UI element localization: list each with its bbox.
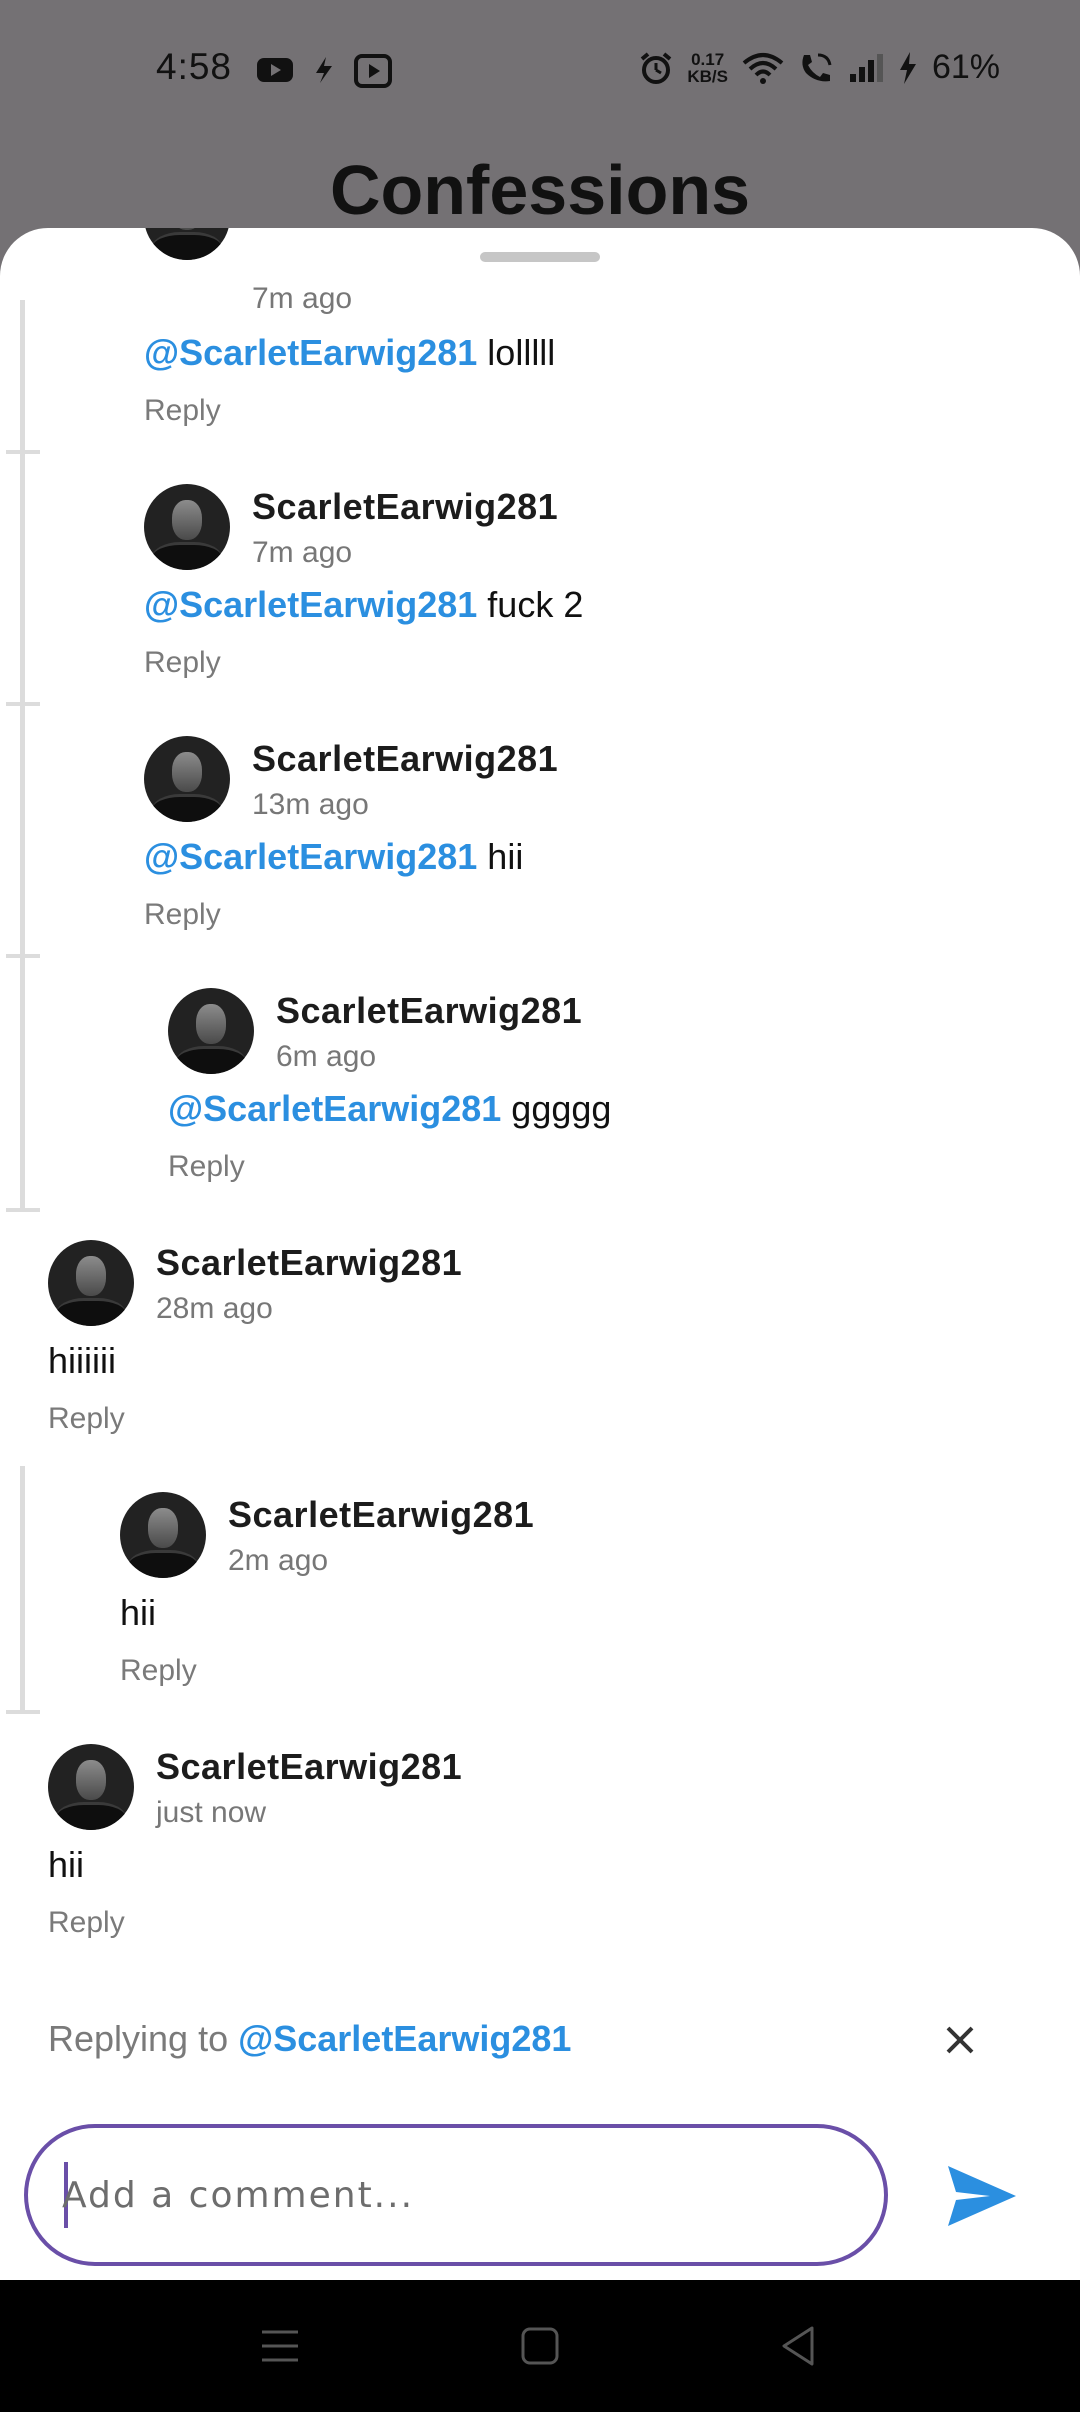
avatar[interactable] <box>48 1744 134 1830</box>
reply-button[interactable]: Reply <box>120 1654 197 1688</box>
battery-percent: 61% <box>931 48 1000 86</box>
comment-body: hii <box>120 1592 156 1634</box>
comment-text: hii <box>48 1844 85 1885</box>
comment-text: lolllll <box>487 332 556 373</box>
comment-text: fuck 2 <box>487 584 584 625</box>
comments-sheet: 7m ago @ScarletEarwig281 lolllll Reply S… <box>0 228 1080 2280</box>
wifi-icon <box>742 52 784 84</box>
comment-body: hii <box>48 1844 84 1886</box>
thread-tick <box>6 954 40 958</box>
tv-icon <box>354 54 392 88</box>
comment-time: 2m ago <box>228 1544 329 1577</box>
status-left-icons <box>256 52 392 88</box>
comment-input[interactable] <box>62 2152 842 2238</box>
comment-username[interactable]: ScarletEarwig281 <box>228 1494 534 1536</box>
comment-time: 7m ago <box>252 536 353 569</box>
net-speed: 0.17 KB/S <box>687 51 728 85</box>
comment-body: @ScarletEarwig281 fuck 2 <box>144 584 583 626</box>
comment-input-box[interactable] <box>24 2124 888 2266</box>
avatar[interactable] <box>48 1240 134 1326</box>
reply-button[interactable]: Reply <box>144 898 221 932</box>
thread-line <box>20 1466 25 1714</box>
comment-username[interactable]: ScarletEarwig281 <box>276 990 582 1032</box>
close-icon[interactable] <box>940 2020 980 2060</box>
comment-time: 28m ago <box>156 1292 273 1325</box>
thread-tick <box>6 702 40 706</box>
mention-link[interactable]: @ScarletEarwig281 <box>144 836 477 877</box>
system-nav-bar <box>0 2280 1080 2412</box>
avatar[interactable] <box>120 1492 206 1578</box>
comment-body: hiiiiii <box>48 1340 116 1382</box>
comment-text: hiiiiii <box>48 1340 117 1381</box>
comment-username[interactable]: ScarletEarwig281 <box>156 1746 462 1788</box>
replying-mention: @ScarletEarwig281 <box>238 2018 572 2059</box>
reply-button[interactable]: Reply <box>144 646 221 680</box>
reply-button[interactable]: Reply <box>144 394 221 428</box>
avatar[interactable] <box>144 484 230 570</box>
avatar[interactable] <box>168 988 254 1074</box>
net-speed-value: 0.17 <box>691 49 725 69</box>
comment-time: 13m ago <box>252 788 369 821</box>
thread-tick <box>6 1208 40 1212</box>
comment-text: ggggg <box>511 1088 612 1129</box>
comment-username[interactable]: ScarletEarwig281 <box>252 738 558 780</box>
home-icon[interactable] <box>518 2324 562 2368</box>
avatar[interactable] <box>144 228 230 260</box>
comment-text: hii <box>120 1592 157 1633</box>
replying-prefix: Replying to <box>48 2018 229 2059</box>
comment-text: hii <box>487 836 524 877</box>
signal-icon <box>849 53 883 82</box>
mention-link[interactable]: @ScarletEarwig281 <box>168 1088 501 1129</box>
comment-username[interactable]: ScarletEarwig281 <box>252 486 558 528</box>
comment-time: just now <box>156 1796 267 1829</box>
thread-tick <box>6 1710 40 1714</box>
status-right-icons: 0.17 KB/S 61% <box>639 48 1000 87</box>
send-icon[interactable] <box>946 2164 1018 2228</box>
charging-icon <box>899 51 916 84</box>
reply-button[interactable]: Reply <box>168 1150 245 1184</box>
replying-to-label: Replying to @ScarletEarwig281 <box>48 2018 571 2060</box>
drag-handle[interactable] <box>480 252 600 262</box>
back-icon[interactable] <box>776 2324 820 2368</box>
youtube-icon <box>257 58 293 82</box>
status-time: 4:58 <box>156 46 233 87</box>
thread-tick <box>6 450 40 454</box>
avatar[interactable] <box>144 736 230 822</box>
bolt-icon <box>316 57 332 83</box>
status-bar: 4:58 0.17 KB/S 61% <box>0 0 1080 140</box>
reply-button[interactable]: Reply <box>48 1402 125 1436</box>
menu-icon[interactable] <box>258 2324 302 2368</box>
comment-body: @ScarletEarwig281 ggggg <box>168 1088 611 1130</box>
net-speed-unit: KB/S <box>687 66 728 86</box>
mention-link[interactable]: @ScarletEarwig281 <box>144 332 477 373</box>
thread-line <box>20 300 25 1212</box>
comment-username[interactable]: ScarletEarwig281 <box>156 1242 462 1284</box>
comment-body: @ScarletEarwig281 lolllll <box>144 332 555 374</box>
reply-button[interactable]: Reply <box>48 1906 125 1940</box>
wifi-call-icon <box>802 53 832 81</box>
page-title: Confessions <box>329 151 751 229</box>
comment-body: @ScarletEarwig281 hii <box>144 836 523 878</box>
comment-time: 6m ago <box>276 1040 377 1073</box>
mention-link[interactable]: @ScarletEarwig281 <box>144 584 477 625</box>
comment-time: 7m ago <box>252 282 353 315</box>
alarm-icon <box>641 51 672 84</box>
